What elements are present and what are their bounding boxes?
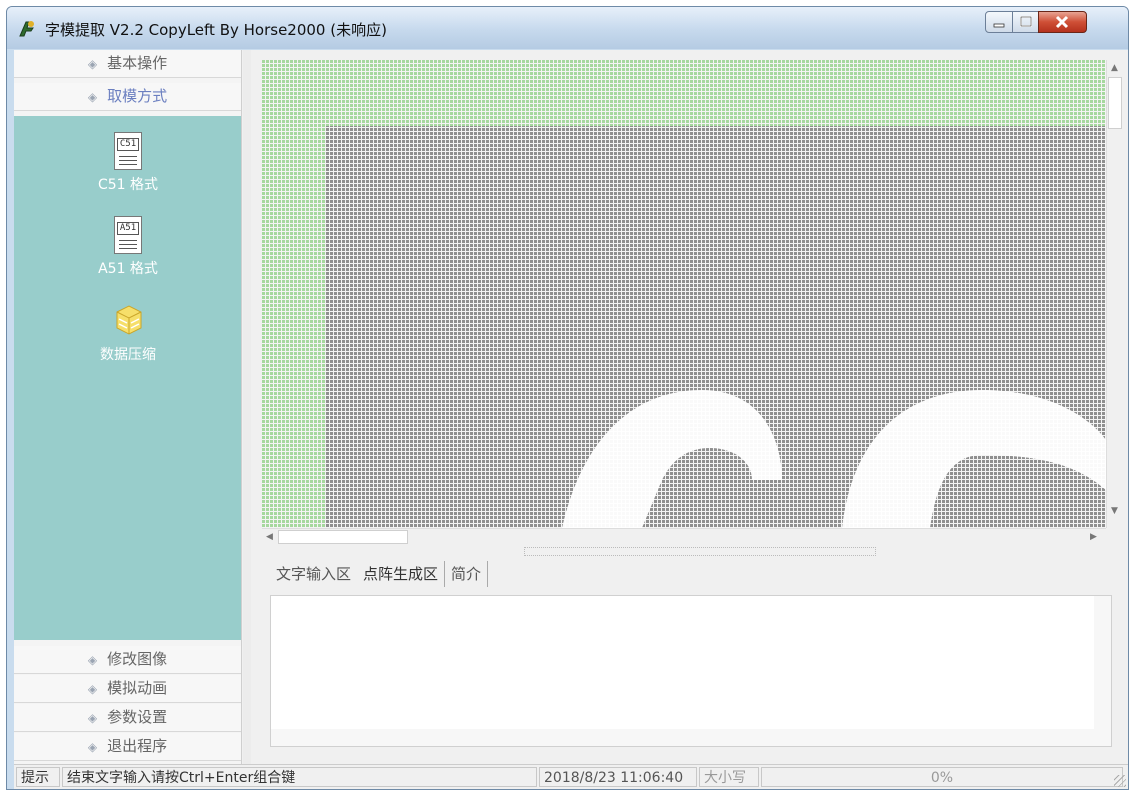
sidebar-item-exit[interactable]: ◈ 退出程序 (14, 733, 241, 761)
status-message: 结束文字输入请按Ctrl+Enter组合键 (62, 767, 537, 787)
close-button[interactable] (1038, 11, 1087, 33)
sidebar-item-label: 参数设置 (107, 708, 168, 726)
data-compress-icon (116, 305, 142, 335)
title-bar[interactable]: 字模提取 V2.2 CopyLeft By Horse2000 (未响应) (7, 7, 1128, 49)
sidebar-item-label: 修改图像 (107, 650, 168, 668)
sidebar-item-label: 退出程序 (107, 737, 168, 755)
scroll-up-icon[interactable]: ▲ (1111, 63, 1118, 73)
diamond-bullet-icon: ◈ (87, 740, 98, 754)
c51-document-icon: C51 (114, 132, 142, 170)
status-hint-label: 提示 (16, 767, 60, 787)
sidebar-item-modulo-mode[interactable]: ◈ 取模方式 (14, 83, 241, 111)
maximize-button[interactable] (1012, 11, 1039, 33)
tool-panel: C51 C51 格式 A51 A51 格式 数据压缩 (14, 116, 241, 640)
scroll-right-icon[interactable]: ▶ (1090, 532, 1097, 542)
tool-c51-format[interactable]: C51 C51 格式 (78, 132, 178, 194)
sidebar-item-basic-ops[interactable]: ◈ 基本操作 (14, 50, 241, 78)
minimize-icon (993, 23, 1005, 28)
textarea-horizontal-scrollbar[interactable] (271, 729, 1094, 746)
icon-caption: A51 (117, 222, 139, 235)
client-area: ◈ 基本操作 ◈ 取模方式 C51 C51 格式 A51 A51 格式 数据压缩… (14, 50, 1128, 764)
status-datetime: 2018/8/23 11:06:40 (539, 767, 697, 787)
tool-label: A51 格式 (98, 261, 158, 277)
dot-matrix-image (262, 60, 1106, 528)
sidebar-item-edit-image[interactable]: ◈ 修改图像 (14, 646, 241, 674)
status-bar: 提示 结束文字输入请按Ctrl+Enter组合键 2018/8/23 11:06… (14, 764, 1128, 789)
dot-matrix-canvas[interactable] (262, 60, 1106, 528)
canvas-horizontal-scrollbar[interactable]: ◀ ▶ (262, 528, 1106, 546)
app-window: 字模提取 V2.2 CopyLeft By Horse2000 (未响应) ◈ 基… (6, 6, 1129, 790)
sidebar-item-label: 取模方式 (107, 87, 168, 105)
app-logo-icon (19, 21, 34, 37)
resize-grip-icon[interactable] (1114, 775, 1126, 787)
sidebar-item-label: 模拟动画 (107, 679, 168, 697)
tab-intro[interactable]: 简介 (445, 561, 489, 587)
scroll-left-icon[interactable]: ◀ (266, 532, 273, 542)
textarea-vertical-scrollbar[interactable] (1094, 596, 1111, 746)
scroll-down-icon[interactable]: ▼ (1111, 506, 1118, 516)
horizontal-splitter[interactable] (524, 547, 876, 556)
scrollbar-thumb[interactable] (278, 530, 408, 544)
tool-label: C51 格式 (97, 177, 159, 193)
maximize-icon (1020, 16, 1032, 27)
a51-document-icon: A51 (114, 216, 142, 254)
scrollbar-thumb[interactable] (1108, 77, 1122, 129)
sidebar-item-simulate-animation[interactable]: ◈ 模拟动画 (14, 675, 241, 703)
minimize-button[interactable] (985, 11, 1013, 33)
diamond-bullet-icon: ◈ (87, 711, 98, 725)
tool-data-compress[interactable]: 数据压缩 (78, 302, 178, 364)
sidebar-item-parameter-settings[interactable]: ◈ 参数设置 (14, 704, 241, 732)
tool-a51-format[interactable]: A51 A51 格式 (78, 216, 178, 278)
icon-caption: C51 (117, 138, 139, 151)
tab-bar: 文字输入区 点阵生成区 简介 (270, 561, 489, 589)
tab-dot-matrix[interactable]: 点阵生成区 (357, 561, 446, 587)
diamond-bullet-icon: ◈ (87, 90, 98, 104)
diamond-bullet-icon: ◈ (87, 682, 98, 696)
diamond-bullet-icon: ◈ (87, 57, 98, 71)
close-icon (1055, 15, 1069, 29)
diamond-bullet-icon: ◈ (87, 653, 98, 667)
status-caps: 大小写 (699, 767, 759, 787)
output-textarea[interactable] (270, 595, 1112, 747)
sidebar-item-label: 基本操作 (107, 54, 168, 72)
sidebar: ◈ 基本操作 ◈ 取模方式 C51 C51 格式 A51 A51 格式 数据压缩… (14, 50, 242, 764)
status-progress: 0% (761, 767, 1123, 787)
canvas-vertical-scrollbar[interactable]: ▲ ▼ (1106, 60, 1124, 528)
tool-label: 数据压缩 (100, 347, 156, 363)
tab-text-input[interactable]: 文字输入区 (270, 561, 357, 587)
window-title: 字模提取 V2.2 CopyLeft By Horse2000 (未响应) (45, 21, 387, 39)
vertical-splitter[interactable] (243, 50, 251, 764)
